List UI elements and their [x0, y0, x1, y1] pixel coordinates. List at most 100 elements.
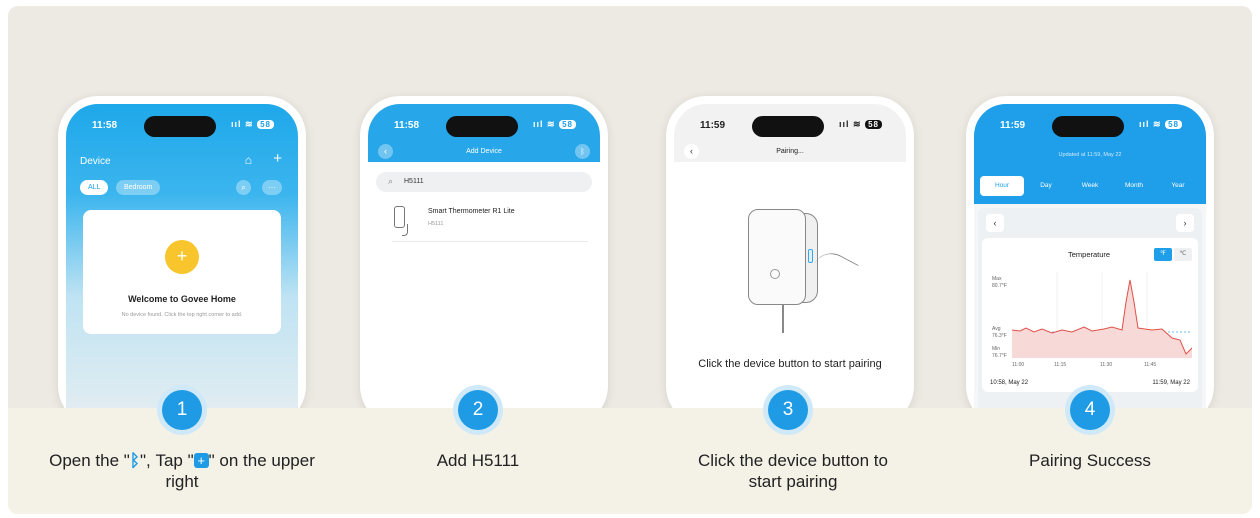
dynamic-island	[446, 116, 518, 137]
temperature-chart: Temperature ℉ ℃ Max 80.7°F Avg 76.3°F Mi…	[982, 238, 1198, 392]
status-icons: ııl ≋ 58	[1139, 119, 1182, 130]
chip-bedroom[interactable]: Bedroom	[116, 180, 161, 195]
signal-icon: ııl	[1139, 119, 1150, 129]
wifi-icon: ≋	[853, 119, 862, 129]
device-model: H5111	[428, 221, 444, 227]
battery-icon: 58	[559, 120, 576, 129]
wifi-icon: ≋	[547, 119, 556, 129]
status-time: 11:59	[1000, 120, 1026, 131]
unit-celsius-button[interactable]: ℃	[1174, 248, 1192, 261]
signal-icon: ııl	[231, 119, 242, 129]
status-time: 11:59	[700, 120, 726, 131]
wifi-icon: ≋	[1153, 119, 1162, 129]
unit-fahrenheit-button[interactable]: ℉	[1154, 248, 1172, 261]
step-number-badge: 1	[162, 390, 202, 430]
max-value: 80.7°F	[992, 283, 1007, 289]
page-title: Add Device	[466, 148, 502, 155]
x-tick: 11:30	[1100, 362, 1113, 368]
chart-title: Temperature	[1068, 250, 1111, 259]
signal-icon: ııl	[839, 119, 850, 129]
thermometer-illustration-icon	[748, 209, 818, 333]
device-button-icon	[808, 249, 813, 263]
cable-icon	[782, 305, 784, 333]
bluetooth-icon[interactable]: ᛒ	[575, 144, 590, 159]
step-number-badge: 2	[458, 390, 498, 430]
device-screen: 11:58 ııl ≋ 58 Device ⌂ + ALL Bedroom ⌕ …	[66, 104, 298, 426]
page-title: Pairing...	[776, 148, 804, 155]
add-device-button[interactable]: +	[273, 150, 282, 167]
welcome-card: + Welcome to Govee Home No device found.…	[83, 210, 281, 334]
welcome-subtitle: No device found. Click the top right cor…	[121, 312, 243, 318]
search-value: H5111	[404, 178, 424, 185]
step-caption: Add H5111	[436, 451, 520, 470]
temperature-line-plot	[1012, 272, 1192, 358]
step-number-badge: 4	[1070, 390, 1110, 430]
step-1: 11:58 ııl ≋ 58 Device ⌂ + ALL Bedroom ⌕ …	[58, 96, 306, 426]
device-name: Smart Thermometer R1 Lite	[428, 208, 515, 215]
status-icons: ııl ≋ 58	[533, 119, 576, 130]
welcome-title: Welcome to Govee Home	[128, 294, 236, 304]
prev-button[interactable]: ‹	[986, 214, 1004, 232]
step-4: 11:59 ııl ≋ 58 Updated at 11:59, May 22 …	[966, 96, 1214, 426]
content: ⌕ H5111 Smart Thermometer R1 Lite H5111	[368, 162, 600, 426]
dynamic-island	[1052, 116, 1124, 137]
status-icons: ııl ≋ 58	[231, 119, 274, 130]
tab-week[interactable]: Week	[1068, 176, 1112, 196]
dynamic-island	[752, 116, 824, 137]
step-caption: Open the "ᛒ", Tap " + " on the upper right	[49, 451, 315, 491]
dynamic-island	[144, 116, 216, 137]
status-time: 11:58	[92, 120, 118, 131]
x-tick: 11:00	[1012, 362, 1025, 368]
x-tick: 11:15	[1054, 362, 1067, 368]
range-end: 11:59, May 22	[1152, 380, 1190, 386]
step-caption: Pairing Success	[1029, 451, 1151, 470]
device-detail-screen: 11:59 ııl ≋ 58 Updated at 11:59, May 22 …	[974, 104, 1206, 426]
pairing-message: Click the device button to start pairing	[698, 358, 882, 370]
pairing-screen: 11:59 ııl ≋ 58 ‹ Pairing... Click the de…	[674, 104, 906, 426]
device-list-item[interactable]: Smart Thermometer R1 Lite H5111	[392, 206, 588, 242]
home-icon[interactable]: ⌂	[245, 153, 252, 167]
tab-day[interactable]: Day	[1024, 176, 1068, 196]
add-device-plus-button[interactable]: +	[165, 240, 199, 274]
instruction-canvas: 11:58 ııl ≋ 58 Device ⌂ + ALL Bedroom ⌕ …	[8, 6, 1252, 514]
govee-logo-icon	[770, 269, 780, 279]
wifi-icon: ≋	[245, 119, 254, 129]
page-title: Device	[80, 156, 111, 167]
next-button[interactable]: ›	[1176, 214, 1194, 232]
phone-frame: 11:58 ııl ≋ 58 Device ⌂ + ALL Bedroom ⌕ …	[58, 96, 306, 426]
tab-year[interactable]: Year	[1156, 176, 1200, 196]
tab-hour[interactable]: Hour	[980, 176, 1024, 196]
max-label: Max	[992, 276, 1002, 282]
phone-frame: 11:58 ııl ≋ 58 ‹ Add Device ᛒ ⌕ H5111 Sm…	[360, 96, 608, 426]
min-value: 76.7°F	[992, 353, 1007, 359]
tab-month[interactable]: Month	[1112, 176, 1156, 196]
battery-icon: 58	[257, 120, 274, 129]
period-tabs: Hour Day Week Month Year	[980, 176, 1200, 196]
min-label: Min	[992, 346, 1001, 352]
plus-icon: +	[193, 453, 209, 468]
status-icons: ııl ≋ 58	[839, 119, 882, 130]
avg-label: Avg	[992, 326, 1001, 332]
step-caption: Click the device button to start pairing	[698, 451, 888, 491]
search-icon[interactable]: ⌕	[236, 180, 251, 195]
step-2: 11:58 ııl ≋ 58 ‹ Add Device ᛒ ⌕ H5111 Sm…	[360, 96, 608, 426]
updated-time: Updated at 11:59, May 22	[1058, 152, 1122, 158]
chip-all[interactable]: ALL	[80, 180, 109, 195]
range-start: 10:58, May 22	[990, 380, 1029, 386]
cable-icon	[402, 224, 408, 236]
signal-icon: ııl	[533, 119, 544, 129]
search-input[interactable]: ⌕ H5111	[376, 172, 592, 192]
step-3: 11:59 ııl ≋ 58 ‹ Pairing... Click the de…	[666, 96, 914, 426]
phone-frame: 11:59 ııl ≋ 58 ‹ Pairing... Click the de…	[666, 96, 914, 426]
bluetooth-icon: ᛒ	[129, 451, 140, 470]
step-number-badge: 3	[768, 390, 808, 430]
phone-frame: 11:59 ııl ≋ 58 Updated at 11:59, May 22 …	[966, 96, 1214, 426]
add-device-screen: 11:58 ııl ≋ 58 ‹ Add Device ᛒ ⌕ H5111 Sm…	[368, 104, 600, 426]
battery-icon: 58	[865, 120, 882, 129]
battery-icon: 58	[1165, 120, 1182, 129]
search-icon: ⌕	[388, 176, 394, 186]
avg-value: 76.3°F	[992, 333, 1007, 339]
status-time: 11:58	[394, 120, 420, 131]
more-icon[interactable]: ···	[262, 180, 282, 195]
x-tick: 11:45	[1144, 362, 1157, 368]
